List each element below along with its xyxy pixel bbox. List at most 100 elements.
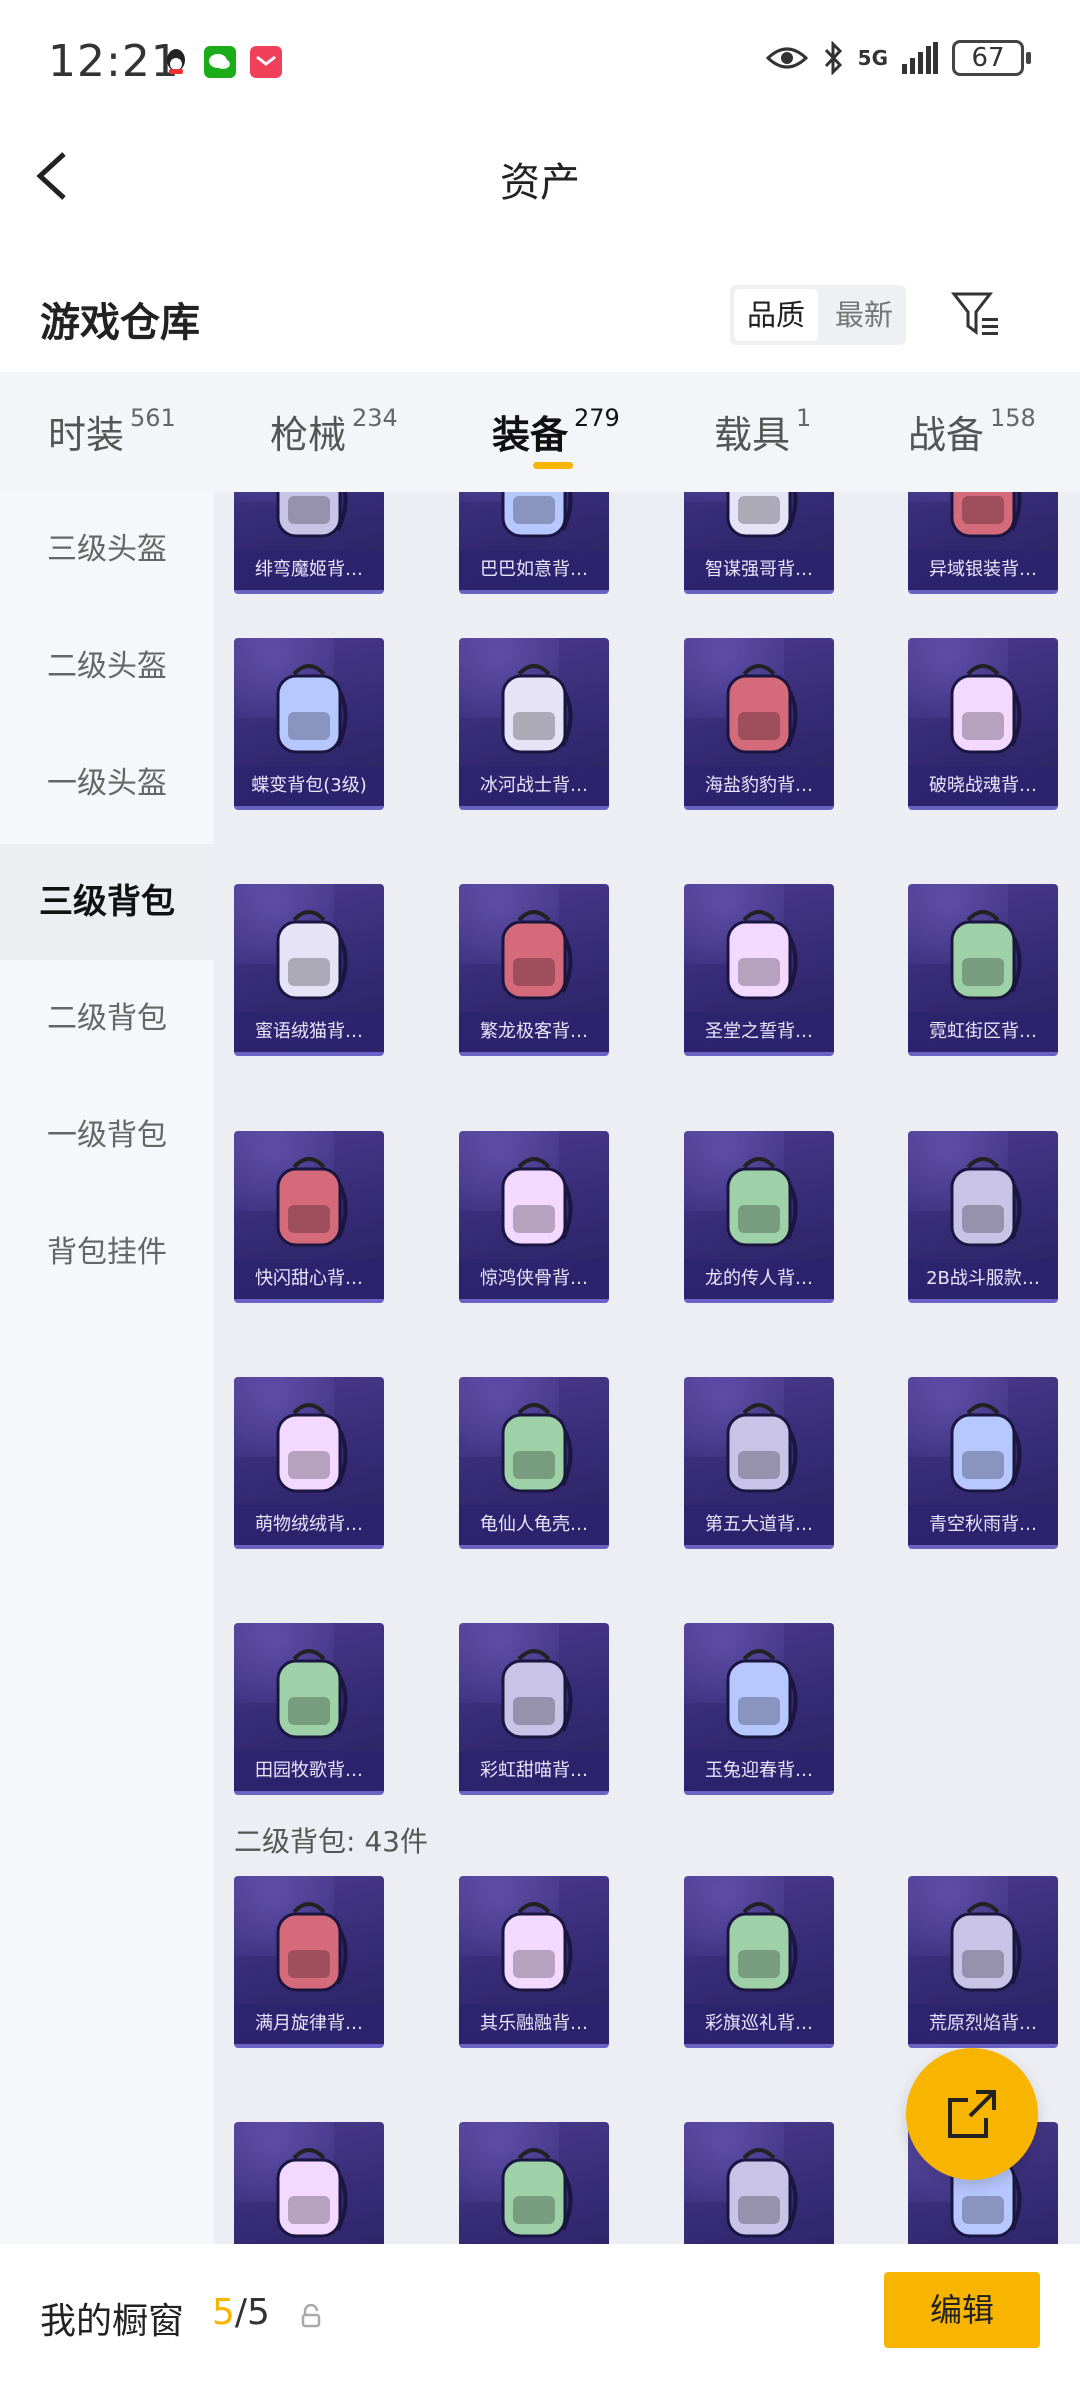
item-card[interactable]: 蜜语绒猫背…: [234, 884, 384, 1056]
item-card[interactable]: 异域银装背…: [908, 492, 1058, 594]
showcase-bar: 我的橱窗 5/5 编辑: [0, 2244, 1080, 2381]
share-icon: [948, 2090, 996, 2138]
showcase-total: /5: [234, 2292, 270, 2333]
tab-equipment[interactable]: 装备 279: [492, 404, 620, 459]
item-name: 龟仙人龟壳…: [459, 1505, 609, 1545]
filter-list-icon[interactable]: [950, 288, 1002, 340]
item-card[interactable]: 繁龙极客背…: [459, 884, 609, 1056]
tab-count: 1: [796, 404, 812, 432]
item-card[interactable]: 其乐融融背…: [459, 1876, 609, 2048]
qq-icon: [160, 46, 192, 78]
item-card[interactable]: 冰河战士背…: [459, 638, 609, 810]
item-name: 绯弯魔姬背…: [234, 550, 384, 590]
item-name: 圣堂之誓背…: [684, 1012, 834, 1052]
item-card[interactable]: 玉兔迎春背…: [684, 1623, 834, 1795]
item-name: 海盐豹豹背…: [684, 766, 834, 806]
item-name: 蝶变背包(3级): [234, 766, 384, 806]
share-button[interactable]: [906, 2048, 1038, 2180]
tab-fashion[interactable]: 时装 561: [48, 404, 176, 459]
item-name: 冰河战士背…: [459, 766, 609, 806]
sidebar-item-backpack-pendant[interactable]: 背包挂件: [0, 1195, 214, 1311]
item-card[interactable]: 第五大道背…: [684, 1377, 834, 1549]
item-name: 其乐融融背…: [459, 2004, 609, 2044]
backpack-icon: [276, 664, 348, 754]
sort-option-quality[interactable]: 品质: [734, 289, 818, 341]
item-card[interactable]: [459, 2122, 609, 2244]
item-card[interactable]: 龙的传人背…: [684, 1131, 834, 1303]
edit-button[interactable]: 编辑: [884, 2272, 1040, 2348]
item-card[interactable]: 2B战斗服款…: [908, 1131, 1058, 1303]
backpack-icon: [950, 910, 1022, 1000]
battery-indicator: 67: [952, 40, 1031, 76]
sidebar-item-backpack-2[interactable]: 二级背包: [0, 961, 214, 1077]
backpack-icon: [276, 1902, 348, 1992]
item-card[interactable]: 彩虹甜喵背…: [459, 1623, 609, 1795]
item-card[interactable]: 龟仙人龟壳…: [459, 1377, 609, 1549]
backpack-icon: [726, 1157, 798, 1247]
backpack-icon: [950, 1403, 1022, 1493]
item-name: 巴巴如意背…: [459, 550, 609, 590]
item-card[interactable]: 荒原烈焰背…: [908, 1876, 1058, 2048]
item-card[interactable]: [684, 2122, 834, 2244]
tab-count: 234: [352, 404, 398, 432]
showcase-label: 我的橱窗: [40, 2301, 185, 2342]
item-name: 快闪甜心背…: [234, 1259, 384, 1299]
app-header: 资产: [0, 120, 1080, 230]
sort-option-newest[interactable]: 最新: [822, 285, 906, 345]
eye-icon: [765, 47, 808, 69]
item-name: 繁龙极客背…: [459, 1012, 609, 1052]
showcase-used: 5: [212, 2292, 235, 2333]
item-name: 2B战斗服款…: [908, 1259, 1058, 1299]
backpack-icon: [501, 2148, 573, 2238]
item-name: 田园牧歌背…: [234, 1751, 384, 1791]
tab-count: 158: [990, 404, 1036, 432]
item-name: 彩虹甜喵背…: [459, 1751, 609, 1791]
item-card[interactable]: 萌物绒绒背…: [234, 1377, 384, 1549]
item-name: 异域银装背…: [908, 550, 1058, 590]
item-name: 彩旗巡礼背…: [684, 2004, 834, 2044]
item-card[interactable]: 惊鸿侠骨背…: [459, 1131, 609, 1303]
backpack-icon: [950, 492, 1022, 538]
item-card[interactable]: 圣堂之誓背…: [684, 884, 834, 1056]
sidebar-item-backpack-1[interactable]: 一级背包: [0, 1078, 214, 1194]
tab-count: 279: [574, 404, 620, 432]
item-card[interactable]: 巴巴如意背…: [459, 492, 609, 594]
sidebar-item-helmet-2[interactable]: 二级头盔: [0, 609, 214, 725]
sidebar-item-helmet-1[interactable]: 一级头盔: [0, 726, 214, 842]
sidebar-item-helmet-3[interactable]: 三级头盔: [0, 492, 214, 608]
item-card[interactable]: 快闪甜心背…: [234, 1131, 384, 1303]
sidebar-item-backpack-3[interactable]: 三级背包: [0, 844, 214, 960]
item-card[interactable]: 满月旋律背…: [234, 1876, 384, 2048]
tab-supplies[interactable]: 战备 158: [908, 404, 1036, 459]
backpack-icon: [276, 2148, 348, 2238]
item-name: 惊鸿侠骨背…: [459, 1259, 609, 1299]
group-label: 二级背包: 43件: [234, 1825, 428, 1858]
tab-vehicles[interactable]: 载具 1: [714, 404, 811, 459]
item-card[interactable]: 智谋强哥背…: [684, 492, 834, 594]
item-name: 霓虹街区背…: [908, 1012, 1058, 1052]
item-name: 龙的传人背…: [684, 1259, 834, 1299]
item-card[interactable]: 青空秋雨背…: [908, 1377, 1058, 1549]
signal-icon: [902, 42, 938, 74]
tab-label: 装备: [492, 413, 569, 457]
item-name: 萌物绒绒背…: [234, 1505, 384, 1545]
tab-weapons[interactable]: 枪械 234: [270, 404, 398, 459]
item-card[interactable]: 霓虹街区背…: [908, 884, 1058, 1056]
item-card[interactable]: 蝶变背包(3级): [234, 638, 384, 810]
wechat-icon: [204, 46, 236, 78]
item-card[interactable]: 破晓战魂背…: [908, 638, 1058, 810]
backpack-icon: [726, 910, 798, 1000]
backpack-icon: [501, 664, 573, 754]
item-card[interactable]: 绯弯魔姬背…: [234, 492, 384, 594]
item-name: 玉兔迎春背…: [684, 1751, 834, 1791]
sort-toggle: 品质 最新: [730, 285, 906, 345]
item-card[interactable]: 彩旗巡礼背…: [684, 1876, 834, 2048]
item-card[interactable]: [234, 2122, 384, 2244]
item-card[interactable]: 海盐豹豹背…: [684, 638, 834, 810]
showcase-count: 5/5: [212, 2292, 270, 2333]
backpack-icon: [726, 1649, 798, 1739]
item-card[interactable]: 田园牧歌背…: [234, 1623, 384, 1795]
lock-icon: [300, 2303, 322, 2328]
backpack-icon: [950, 1902, 1022, 1992]
bluetooth-icon: [824, 41, 842, 75]
